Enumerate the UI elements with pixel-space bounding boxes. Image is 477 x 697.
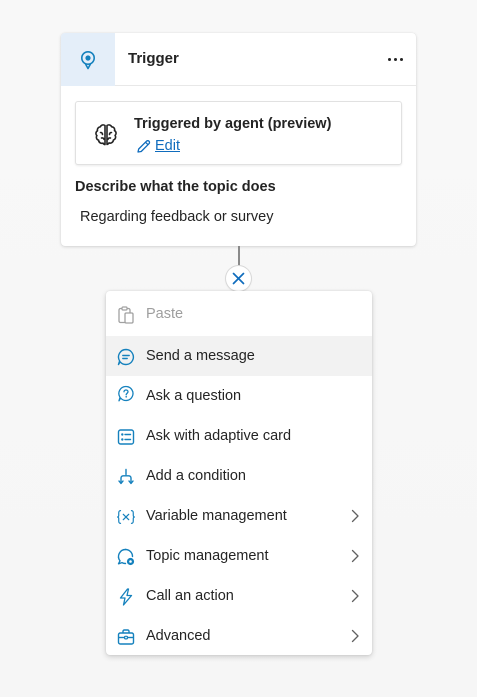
branch-icon bbox=[116, 467, 136, 487]
menu-item-label: Send a message bbox=[146, 348, 255, 364]
menu-item-add-condition[interactable]: Add a condition bbox=[106, 456, 372, 496]
menu-item-ask-adaptive-card[interactable]: Ask with adaptive card bbox=[106, 416, 372, 456]
lightning-icon bbox=[116, 587, 136, 607]
trigger-icon bbox=[61, 33, 115, 86]
menu-item-send-message[interactable]: Send a message bbox=[106, 336, 372, 376]
topic-settings-icon bbox=[116, 547, 136, 567]
menu-item-ask-question[interactable]: Ask a question bbox=[106, 376, 372, 416]
edit-link[interactable]: Edit bbox=[136, 138, 180, 154]
menu-item-label: Ask with adaptive card bbox=[146, 428, 292, 444]
toolbox-icon bbox=[116, 627, 136, 647]
menu-item-call-action[interactable]: Call an action bbox=[106, 576, 372, 616]
chevron-right-icon bbox=[351, 509, 359, 523]
describe-value: Regarding feedback or survey bbox=[80, 209, 274, 225]
menu-item-variable-management[interactable]: Variable management bbox=[106, 496, 372, 536]
more-options-button[interactable] bbox=[382, 46, 408, 72]
more-dot bbox=[399, 57, 403, 61]
trigger-agent-title: Triggered by agent (preview) bbox=[134, 116, 332, 132]
pencil-icon bbox=[137, 139, 151, 153]
close-add-node-button[interactable] bbox=[226, 266, 251, 291]
edit-link-label: Edit bbox=[155, 138, 180, 154]
menu-item-label: Topic management bbox=[146, 548, 269, 564]
trigger-node-card[interactable]: Trigger Triggered by agent (preview) Edi… bbox=[61, 33, 416, 246]
question-bubble-icon bbox=[116, 384, 136, 404]
menu-item-advanced[interactable]: Advanced bbox=[106, 616, 372, 655]
menu-item-label: Ask a question bbox=[146, 388, 242, 404]
adaptive-card-icon bbox=[116, 427, 136, 447]
connector-line bbox=[238, 246, 240, 266]
clipboard-icon bbox=[116, 305, 136, 325]
menu-item-label: Paste bbox=[146, 306, 184, 322]
trigger-agent-box[interactable]: Triggered by agent (preview) Edit bbox=[75, 101, 402, 165]
chat-message-icon bbox=[116, 347, 136, 367]
more-horizontal-icon bbox=[387, 57, 391, 61]
trigger-title: Trigger bbox=[128, 50, 179, 67]
menu-item-label: Variable management bbox=[146, 508, 287, 524]
more-dot bbox=[393, 57, 397, 61]
menu-item-label: Add a condition bbox=[146, 468, 246, 484]
describe-label: Describe what the topic does bbox=[75, 179, 276, 195]
brain-icon bbox=[95, 124, 117, 146]
menu-item-topic-management[interactable]: Topic management bbox=[106, 536, 372, 576]
trigger-header: Trigger bbox=[61, 33, 416, 86]
canvas: Trigger Triggered by agent (preview) Edi… bbox=[0, 0, 477, 697]
add-node-menu: Paste Send a message Ask a question Ask … bbox=[106, 291, 372, 655]
menu-item-label: Call an action bbox=[146, 588, 234, 604]
chevron-right-icon bbox=[351, 629, 359, 643]
menu-item-label: Advanced bbox=[146, 628, 211, 644]
variable-icon bbox=[116, 507, 136, 527]
menu-item-paste[interactable]: Paste bbox=[106, 294, 372, 334]
close-icon bbox=[232, 272, 245, 285]
chevron-right-icon bbox=[351, 589, 359, 603]
chevron-right-icon bbox=[351, 549, 359, 563]
